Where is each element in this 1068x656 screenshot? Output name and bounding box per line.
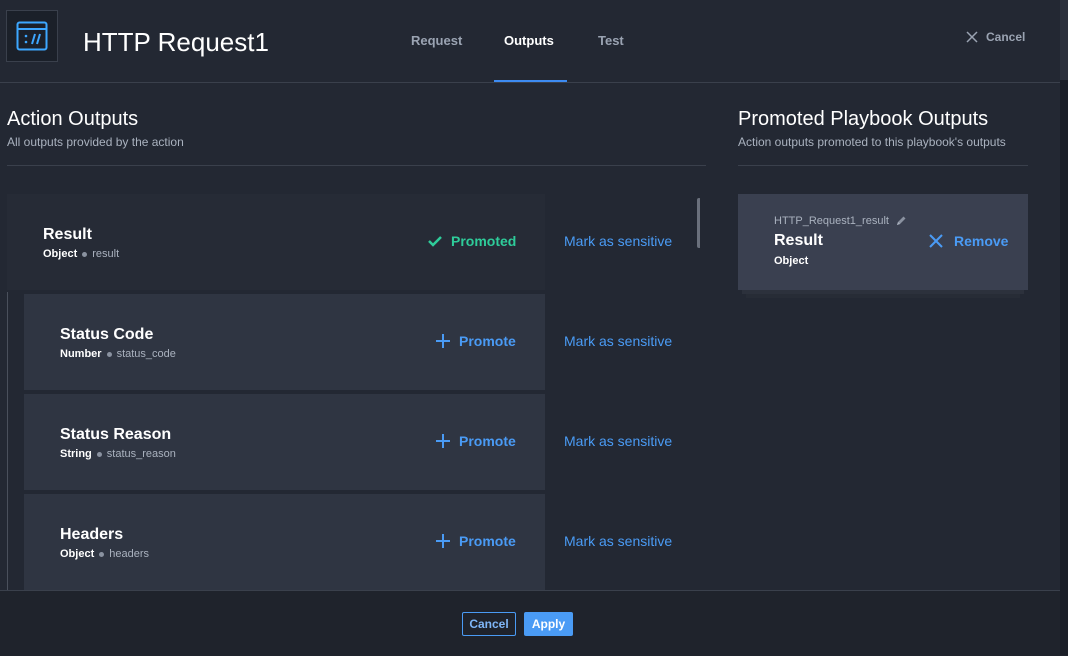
separator-dot <box>106 351 112 357</box>
mark-sensitive-status-code[interactable]: Mark as sensitive <box>564 333 672 349</box>
promote-button-headers[interactable]: Promote <box>435 533 516 549</box>
action-outputs-subtitle: All outputs provided by the action <box>7 135 184 149</box>
output-row-headers: Headers Object headers Promote <box>24 494 545 590</box>
output-row-result: Result Object result Promoted <box>7 194 545 290</box>
background-panel <box>1060 0 1068 80</box>
output-type: Number <box>60 348 102 360</box>
output-row-status-code: Status Code Number status_code Promote <box>24 294 545 390</box>
cancel-button[interactable]: Cancel <box>462 612 516 636</box>
output-meta: Number status_code <box>60 348 176 360</box>
list-scrollbar[interactable] <box>697 198 700 248</box>
promote-label: Promote <box>459 533 516 549</box>
output-type: String <box>60 448 92 460</box>
outputs-modal: HTTP Request1 Request Outputs Test Cance… <box>0 0 1060 656</box>
check-icon <box>428 236 442 247</box>
promoted-variable: HTTP_Request1_result <box>774 215 907 227</box>
close-icon <box>966 31 978 43</box>
promoted-status: Promoted <box>427 233 516 249</box>
output-name: Status Code <box>60 326 154 343</box>
promoted-output-type: Object <box>774 255 809 267</box>
promoted-outputs-subtitle: Action outputs promoted to this playbook… <box>738 135 1006 149</box>
promoted-output-card: HTTP_Request1_result Result Object Remov… <box>738 194 1028 290</box>
tab-outputs[interactable]: Outputs <box>504 33 554 48</box>
output-type: Object <box>43 248 78 260</box>
tab-request[interactable]: Request <box>411 33 462 48</box>
promoted-label: Promoted <box>451 233 517 249</box>
remove-label: Remove <box>954 233 1009 249</box>
active-tab-indicator <box>494 80 567 82</box>
card-stack-shadow <box>742 290 1024 294</box>
variable-name: HTTP_Request1_result <box>774 215 889 227</box>
promoted-outputs-title: Promoted Playbook Outputs <box>738 108 989 130</box>
http-request-icon <box>6 10 58 62</box>
output-key: status_code <box>116 348 176 360</box>
separator-dot <box>96 451 102 457</box>
tab-test[interactable]: Test <box>598 33 624 48</box>
output-key: result <box>92 248 120 260</box>
output-key: status_reason <box>106 448 176 460</box>
background-strip <box>1060 0 1068 655</box>
page-title: HTTP Request1 <box>83 27 269 57</box>
action-outputs-list: Result Object result Promoted Mark as se… <box>0 188 700 590</box>
mark-sensitive-status-reason[interactable]: Mark as sensitive <box>564 433 672 449</box>
output-meta: Object headers <box>60 548 149 560</box>
output-row-status-reason: Status Reason String status_reason Promo… <box>24 394 545 490</box>
promote-button-status-reason[interactable]: Promote <box>435 433 516 449</box>
modal-header: HTTP Request1 Request Outputs Test Cance… <box>0 0 1060 83</box>
card-stack-shadow <box>746 294 1020 298</box>
promoted-output-name: Result <box>774 232 823 249</box>
output-type: Object <box>60 548 95 560</box>
close-icon <box>929 234 943 248</box>
header-cancel-button[interactable]: Cancel <box>966 30 1025 44</box>
header-cancel-label: Cancel <box>986 30 1026 44</box>
output-key: headers <box>109 548 149 560</box>
mark-sensitive-result[interactable]: Mark as sensitive <box>564 233 672 249</box>
apply-button[interactable]: Apply <box>524 612 573 636</box>
action-outputs-title: Action Outputs <box>7 108 139 130</box>
output-name: Headers <box>60 526 124 543</box>
output-meta: String status_reason <box>60 448 176 460</box>
promote-label: Promote <box>459 333 516 349</box>
promote-label: Promote <box>459 433 516 449</box>
output-meta: Object result <box>43 248 119 260</box>
output-name: Status Reason <box>60 426 172 443</box>
separator-dot <box>82 251 88 257</box>
promoted-outputs-divider <box>738 165 1028 166</box>
mark-sensitive-headers[interactable]: Mark as sensitive <box>564 533 672 549</box>
plus-icon <box>436 434 450 448</box>
separator-dot <box>99 551 105 557</box>
plus-icon <box>436 534 450 548</box>
modal-footer: Cancel Apply <box>0 590 1060 656</box>
action-outputs-divider <box>7 165 706 166</box>
plus-icon <box>436 334 450 348</box>
remove-button[interactable]: Remove <box>928 233 1008 249</box>
promote-button-status-code[interactable]: Promote <box>435 333 516 349</box>
edit-pencil-icon[interactable] <box>895 215 907 227</box>
output-name: Result <box>43 226 92 243</box>
tree-connector <box>7 292 8 590</box>
